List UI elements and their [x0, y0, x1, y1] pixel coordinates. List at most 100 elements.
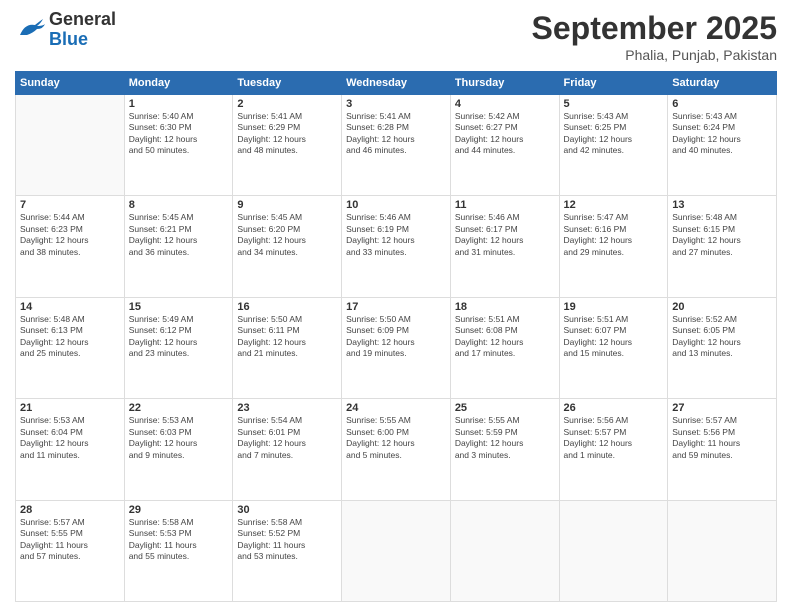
day-info: Sunrise: 5:58 AM Sunset: 5:53 PM Dayligh…: [129, 517, 229, 563]
day-number: 1: [129, 98, 229, 110]
table-row: 15Sunrise: 5:49 AM Sunset: 6:12 PM Dayli…: [124, 297, 233, 398]
day-number: 25: [455, 402, 555, 414]
table-row: 13Sunrise: 5:48 AM Sunset: 6:15 PM Dayli…: [668, 196, 777, 297]
table-row: [559, 500, 668, 601]
day-info: Sunrise: 5:45 AM Sunset: 6:20 PM Dayligh…: [237, 212, 337, 258]
table-row: [16, 95, 125, 196]
logo: General Blue: [15, 10, 116, 50]
day-info: Sunrise: 5:55 AM Sunset: 6:00 PM Dayligh…: [346, 415, 446, 461]
day-info: Sunrise: 5:55 AM Sunset: 5:59 PM Dayligh…: [455, 415, 555, 461]
calendar-header-row: Sunday Monday Tuesday Wednesday Thursday…: [16, 72, 777, 95]
table-row: 3Sunrise: 5:41 AM Sunset: 6:28 PM Daylig…: [342, 95, 451, 196]
day-info: Sunrise: 5:43 AM Sunset: 6:24 PM Dayligh…: [672, 111, 772, 157]
day-info: Sunrise: 5:45 AM Sunset: 6:21 PM Dayligh…: [129, 212, 229, 258]
location-title: Phalia, Punjab, Pakistan: [532, 47, 777, 63]
day-number: 17: [346, 301, 446, 313]
table-row: 10Sunrise: 5:46 AM Sunset: 6:19 PM Dayli…: [342, 196, 451, 297]
day-number: 5: [564, 98, 664, 110]
col-thursday: Thursday: [450, 72, 559, 95]
logo-blue: Blue: [49, 30, 116, 50]
table-row: 23Sunrise: 5:54 AM Sunset: 6:01 PM Dayli…: [233, 399, 342, 500]
logo-general: General: [49, 10, 116, 30]
day-number: 27: [672, 402, 772, 414]
day-info: Sunrise: 5:46 AM Sunset: 6:17 PM Dayligh…: [455, 212, 555, 258]
calendar-week-row: 14Sunrise: 5:48 AM Sunset: 6:13 PM Dayli…: [16, 297, 777, 398]
table-row: 5Sunrise: 5:43 AM Sunset: 6:25 PM Daylig…: [559, 95, 668, 196]
table-row: 26Sunrise: 5:56 AM Sunset: 5:57 PM Dayli…: [559, 399, 668, 500]
day-info: Sunrise: 5:41 AM Sunset: 6:28 PM Dayligh…: [346, 111, 446, 157]
day-info: Sunrise: 5:49 AM Sunset: 6:12 PM Dayligh…: [129, 314, 229, 360]
table-row: 30Sunrise: 5:58 AM Sunset: 5:52 PM Dayli…: [233, 500, 342, 601]
day-info: Sunrise: 5:56 AM Sunset: 5:57 PM Dayligh…: [564, 415, 664, 461]
table-row: 19Sunrise: 5:51 AM Sunset: 6:07 PM Dayli…: [559, 297, 668, 398]
table-row: 9Sunrise: 5:45 AM Sunset: 6:20 PM Daylig…: [233, 196, 342, 297]
table-row: 7Sunrise: 5:44 AM Sunset: 6:23 PM Daylig…: [16, 196, 125, 297]
col-friday: Friday: [559, 72, 668, 95]
day-info: Sunrise: 5:41 AM Sunset: 6:29 PM Dayligh…: [237, 111, 337, 157]
table-row: 18Sunrise: 5:51 AM Sunset: 6:08 PM Dayli…: [450, 297, 559, 398]
day-info: Sunrise: 5:53 AM Sunset: 6:04 PM Dayligh…: [20, 415, 120, 461]
day-info: Sunrise: 5:47 AM Sunset: 6:16 PM Dayligh…: [564, 212, 664, 258]
day-info: Sunrise: 5:42 AM Sunset: 6:27 PM Dayligh…: [455, 111, 555, 157]
table-row: 27Sunrise: 5:57 AM Sunset: 5:56 PM Dayli…: [668, 399, 777, 500]
day-number: 26: [564, 402, 664, 414]
table-row: 16Sunrise: 5:50 AM Sunset: 6:11 PM Dayli…: [233, 297, 342, 398]
table-row: 28Sunrise: 5:57 AM Sunset: 5:55 PM Dayli…: [16, 500, 125, 601]
day-number: 18: [455, 301, 555, 313]
day-info: Sunrise: 5:44 AM Sunset: 6:23 PM Dayligh…: [20, 212, 120, 258]
calendar-week-row: 21Sunrise: 5:53 AM Sunset: 6:04 PM Dayli…: [16, 399, 777, 500]
day-info: Sunrise: 5:48 AM Sunset: 6:15 PM Dayligh…: [672, 212, 772, 258]
table-row: 4Sunrise: 5:42 AM Sunset: 6:27 PM Daylig…: [450, 95, 559, 196]
calendar-week-row: 28Sunrise: 5:57 AM Sunset: 5:55 PM Dayli…: [16, 500, 777, 601]
day-number: 13: [672, 199, 772, 211]
day-info: Sunrise: 5:58 AM Sunset: 5:52 PM Dayligh…: [237, 517, 337, 563]
table-row: 11Sunrise: 5:46 AM Sunset: 6:17 PM Dayli…: [450, 196, 559, 297]
header: General Blue September 2025 Phalia, Punj…: [15, 10, 777, 63]
table-row: 24Sunrise: 5:55 AM Sunset: 6:00 PM Dayli…: [342, 399, 451, 500]
day-number: 2: [237, 98, 337, 110]
day-number: 21: [20, 402, 120, 414]
col-sunday: Sunday: [16, 72, 125, 95]
day-number: 28: [20, 504, 120, 516]
col-wednesday: Wednesday: [342, 72, 451, 95]
day-info: Sunrise: 5:53 AM Sunset: 6:03 PM Dayligh…: [129, 415, 229, 461]
day-number: 15: [129, 301, 229, 313]
day-info: Sunrise: 5:57 AM Sunset: 5:55 PM Dayligh…: [20, 517, 120, 563]
day-info: Sunrise: 5:46 AM Sunset: 6:19 PM Dayligh…: [346, 212, 446, 258]
day-info: Sunrise: 5:50 AM Sunset: 6:11 PM Dayligh…: [237, 314, 337, 360]
day-info: Sunrise: 5:43 AM Sunset: 6:25 PM Dayligh…: [564, 111, 664, 157]
page: General Blue September 2025 Phalia, Punj…: [0, 0, 792, 612]
day-number: 20: [672, 301, 772, 313]
title-section: September 2025 Phalia, Punjab, Pakistan: [532, 10, 777, 63]
table-row: [668, 500, 777, 601]
calendar-table: Sunday Monday Tuesday Wednesday Thursday…: [15, 71, 777, 602]
day-number: 3: [346, 98, 446, 110]
day-info: Sunrise: 5:50 AM Sunset: 6:09 PM Dayligh…: [346, 314, 446, 360]
col-saturday: Saturday: [668, 72, 777, 95]
day-number: 9: [237, 199, 337, 211]
day-info: Sunrise: 5:51 AM Sunset: 6:07 PM Dayligh…: [564, 314, 664, 360]
day-info: Sunrise: 5:40 AM Sunset: 6:30 PM Dayligh…: [129, 111, 229, 157]
day-number: 30: [237, 504, 337, 516]
table-row: 6Sunrise: 5:43 AM Sunset: 6:24 PM Daylig…: [668, 95, 777, 196]
table-row: 22Sunrise: 5:53 AM Sunset: 6:03 PM Dayli…: [124, 399, 233, 500]
day-info: Sunrise: 5:57 AM Sunset: 5:56 PM Dayligh…: [672, 415, 772, 461]
day-info: Sunrise: 5:54 AM Sunset: 6:01 PM Dayligh…: [237, 415, 337, 461]
table-row: 1Sunrise: 5:40 AM Sunset: 6:30 PM Daylig…: [124, 95, 233, 196]
table-row: [342, 500, 451, 601]
day-number: 24: [346, 402, 446, 414]
day-info: Sunrise: 5:52 AM Sunset: 6:05 PM Dayligh…: [672, 314, 772, 360]
day-number: 4: [455, 98, 555, 110]
day-info: Sunrise: 5:51 AM Sunset: 6:08 PM Dayligh…: [455, 314, 555, 360]
day-info: Sunrise: 5:48 AM Sunset: 6:13 PM Dayligh…: [20, 314, 120, 360]
day-number: 23: [237, 402, 337, 414]
calendar-week-row: 1Sunrise: 5:40 AM Sunset: 6:30 PM Daylig…: [16, 95, 777, 196]
logo-bird-icon: [15, 15, 45, 45]
col-monday: Monday: [124, 72, 233, 95]
day-number: 8: [129, 199, 229, 211]
day-number: 11: [455, 199, 555, 211]
table-row: 14Sunrise: 5:48 AM Sunset: 6:13 PM Dayli…: [16, 297, 125, 398]
day-number: 6: [672, 98, 772, 110]
day-number: 14: [20, 301, 120, 313]
day-number: 19: [564, 301, 664, 313]
